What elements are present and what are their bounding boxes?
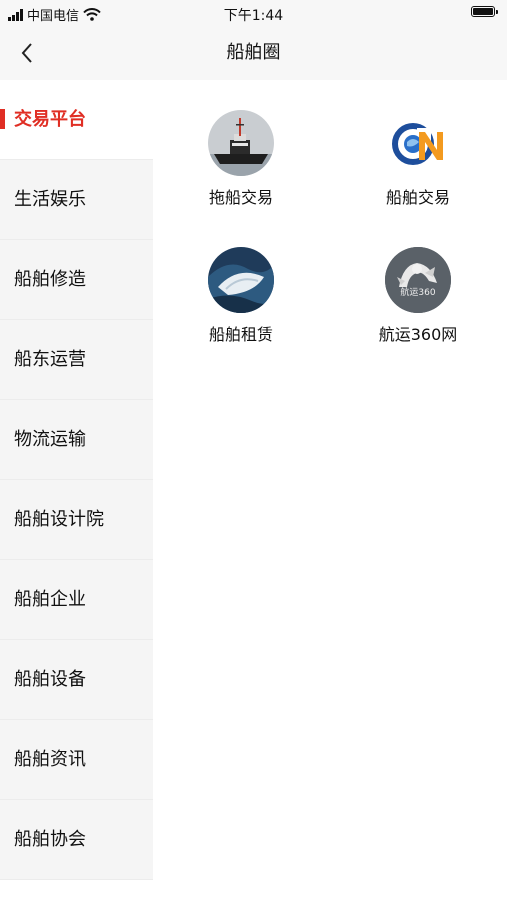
sidebar-item-logistics[interactable]: 物流运输 (0, 400, 153, 480)
sidebar-item-ship-equipment[interactable]: 船舶设备 (0, 640, 153, 720)
tugboat-photo-icon (208, 110, 274, 176)
grid-item-ship-leasing[interactable]: 船舶租赁 (166, 247, 316, 345)
sidebar-item-ship-association[interactable]: 船舶协会 (0, 800, 153, 880)
active-indicator (0, 109, 5, 129)
grid-item-label: 船舶交易 (385, 188, 450, 207)
sidebar-item-life-entertainment[interactable]: 生活娱乐 (0, 160, 153, 240)
sidebar-item-design-institute[interactable]: 船舶设计院 (0, 480, 153, 560)
sidebar-item-label: 物流运输 (14, 429, 86, 450)
grid-item-hangyun360[interactable]: 航运360 航运360网 (343, 247, 493, 345)
sidebar-item-ship-news[interactable]: 船舶资讯 (0, 720, 153, 800)
cn-logo-icon (385, 110, 451, 176)
page-title: 船舶圈 (226, 42, 281, 63)
content-area: 交易平台 生活娱乐 船舶修造 船东运营 物流运输 船舶设计院 船舶企业 船舶设备… (0, 80, 507, 900)
sidebar-item-label: 船舶资讯 (14, 749, 86, 770)
status-bar: 中国电信 下午1:44 (0, 0, 507, 26)
grid-item-ship-trading[interactable]: 船舶交易 (343, 110, 493, 208)
sidebar-item-label: 生活娱乐 (14, 189, 86, 210)
sidebar-item-label: 船舶修造 (14, 269, 86, 290)
ship-wave-photo-icon (208, 247, 274, 313)
sidebar-item-label: 交易平台 (14, 109, 86, 130)
logo-text: 航运360 (400, 288, 436, 298)
back-button[interactable] (10, 36, 44, 70)
grid-item-label: 航运360网 (378, 325, 458, 344)
hangyun360-logo-icon: 航运360 (385, 247, 451, 313)
sidebar-item-label: 船东运营 (14, 349, 86, 370)
sidebar-item-trading-platform[interactable]: 交易平台 (0, 80, 153, 160)
category-sidebar: 交易平台 生活娱乐 船舶修造 船东运营 物流运输 船舶设计院 船舶企业 船舶设备… (0, 80, 153, 880)
status-time: 下午1:44 (223, 8, 284, 24)
sidebar-item-shipowner-operations[interactable]: 船东运营 (0, 320, 153, 400)
sidebar-item-label: 船舶设计院 (14, 509, 104, 530)
grid-item-label: 拖船交易 (208, 188, 273, 207)
battery-icon (471, 6, 498, 17)
grid-item-tug-trading[interactable]: 拖船交易 (166, 110, 316, 208)
sidebar-item-label: 船舶设备 (14, 669, 86, 690)
sidebar-item-ship-repair[interactable]: 船舶修造 (0, 240, 153, 320)
sidebar-item-label: 船舶企业 (14, 589, 86, 610)
sidebar-item-ship-enterprise[interactable]: 船舶企业 (0, 560, 153, 640)
sidebar-item-label: 船舶协会 (14, 829, 86, 850)
nav-bar: 船舶圈 (0, 26, 507, 80)
chevron-left-icon (21, 43, 32, 63)
grid-item-label: 船舶租赁 (208, 325, 273, 344)
